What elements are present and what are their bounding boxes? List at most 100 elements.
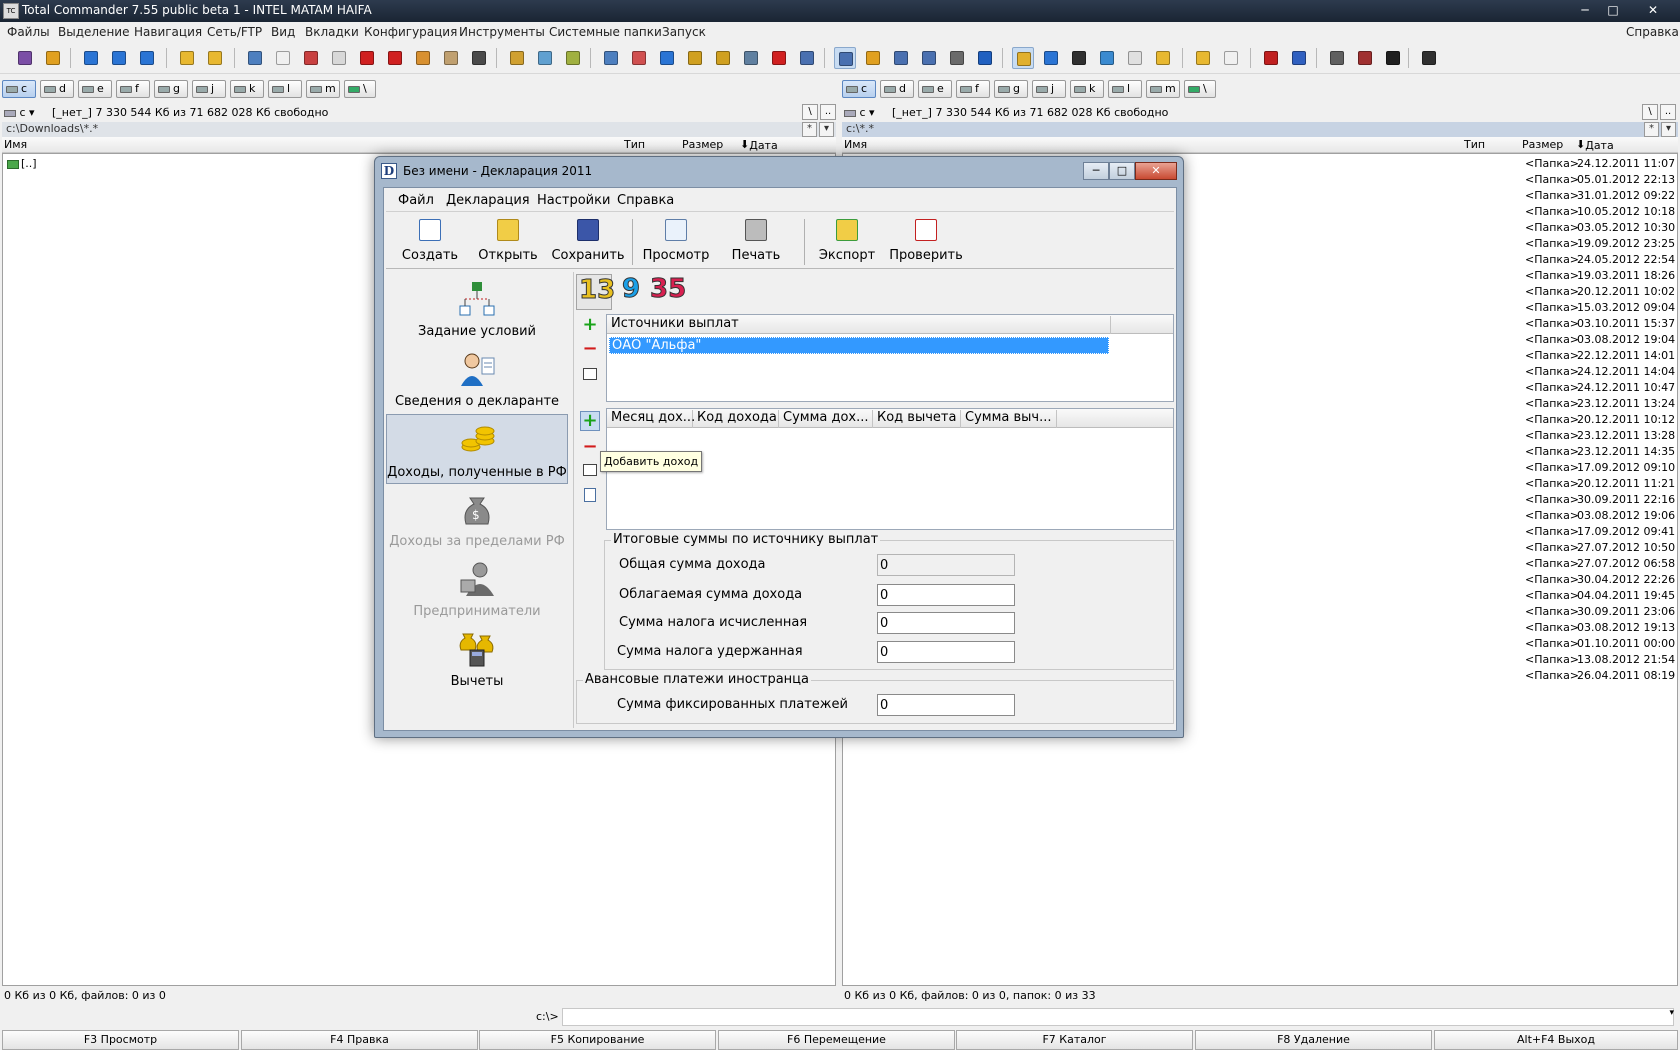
right-drive-k[interactable]: k bbox=[1070, 80, 1104, 98]
payment-sources-table[interactable]: Источники выплат ОАО "Альфа" bbox=[606, 314, 1174, 402]
columns-tool-button[interactable] bbox=[890, 47, 912, 69]
maximize-button[interactable]: □ bbox=[1600, 1, 1626, 19]
delete-tool-button[interactable] bbox=[768, 47, 790, 69]
f8-delete-button[interactable]: F8 Удаление bbox=[1195, 1030, 1432, 1050]
tree-view-tool-button[interactable] bbox=[862, 47, 884, 69]
ext-tool-button[interactable] bbox=[384, 47, 406, 69]
left-drive-d[interactable]: d bbox=[40, 80, 74, 98]
copy-income-button[interactable] bbox=[580, 488, 600, 508]
grid-tool-button[interactable] bbox=[918, 47, 940, 69]
menu-view[interactable]: Вид bbox=[271, 25, 295, 39]
left-col-size[interactable]: Размер bbox=[682, 138, 723, 151]
right-root-button[interactable]: \ bbox=[1642, 104, 1658, 120]
menu-launch[interactable]: Запуск bbox=[662, 25, 706, 39]
remove-source-button[interactable]: − bbox=[580, 340, 600, 360]
link-tool-button[interactable] bbox=[740, 47, 762, 69]
nav-income-abroad[interactable]: $ Доходы за пределами РФ bbox=[386, 484, 568, 554]
right-path-dropdown[interactable]: ▾ bbox=[1661, 122, 1676, 137]
linux-tool-button[interactable] bbox=[1382, 47, 1404, 69]
image-tool-button[interactable] bbox=[1096, 47, 1118, 69]
clipboard-tool-button[interactable] bbox=[440, 47, 462, 69]
forward-tool-button[interactable] bbox=[108, 47, 130, 69]
right-col-date[interactable]: ⬇ Дата bbox=[1576, 138, 1614, 152]
shield-tool-button[interactable] bbox=[42, 47, 64, 69]
download-tool-button[interactable] bbox=[656, 47, 678, 69]
rate-9-tab[interactable]: 9 bbox=[621, 274, 640, 305]
box-tool-button[interactable] bbox=[1152, 47, 1174, 69]
close-button[interactable]: ✕ bbox=[1640, 1, 1666, 19]
lock2-tool-button[interactable] bbox=[712, 47, 734, 69]
compare-tool-button[interactable] bbox=[796, 47, 818, 69]
tool2-tool-button[interactable] bbox=[1354, 47, 1376, 69]
right-drive-e[interactable]: e bbox=[918, 80, 952, 98]
menu-system-folders[interactable]: Системные папки bbox=[549, 25, 662, 39]
tool-tool-button[interactable] bbox=[1326, 47, 1348, 69]
list-view-tool-button[interactable] bbox=[834, 47, 856, 69]
altf4-exit-button[interactable]: Alt+F4 Выход bbox=[1434, 1030, 1678, 1050]
menu-tabs[interactable]: Вкладки bbox=[305, 25, 359, 39]
right-drive-f[interactable]: f bbox=[956, 80, 990, 98]
left-root-button[interactable]: \ bbox=[802, 104, 818, 120]
menu-help[interactable]: Справка bbox=[1626, 25, 1679, 39]
edit-source-button[interactable] bbox=[580, 366, 600, 386]
right-up-button[interactable]: .. bbox=[1660, 104, 1676, 120]
left-drive-k[interactable]: k bbox=[230, 80, 264, 98]
f7-mkdir-button[interactable]: F7 Каталог bbox=[956, 1030, 1193, 1050]
search-tool-button[interactable] bbox=[244, 47, 266, 69]
dialog-menu-help[interactable]: Справка bbox=[617, 193, 674, 208]
window-tool-button[interactable] bbox=[974, 47, 996, 69]
rate-35-tab[interactable]: 35 bbox=[649, 274, 686, 305]
right-drive-j[interactable]: j bbox=[1032, 80, 1066, 98]
remove-income-button[interactable]: − bbox=[580, 438, 600, 458]
f3-view-button[interactable]: F3 Просмотр bbox=[2, 1030, 239, 1050]
nav-entrepreneurs[interactable]: Предприниматели bbox=[386, 554, 568, 624]
refresh-tool-button[interactable] bbox=[14, 47, 36, 69]
left-col-date[interactable]: ⬇ Дата bbox=[740, 138, 778, 152]
f5-copy-button[interactable]: F5 Копирование bbox=[479, 1030, 716, 1050]
col-income-month[interactable]: Месяц дох... bbox=[607, 410, 695, 428]
fixed-payments-field[interactable]: 0 bbox=[877, 694, 1015, 716]
taxable-income-field[interactable]: 0 bbox=[877, 584, 1015, 606]
left-drive-m[interactable]: m bbox=[306, 80, 340, 98]
tree2-tool-button[interactable] bbox=[562, 47, 584, 69]
left-path-dropdown[interactable]: ▾ bbox=[819, 122, 834, 137]
add-income-button[interactable]: + bbox=[580, 411, 600, 431]
f4-edit-button[interactable]: F4 Правка bbox=[241, 1030, 478, 1050]
menu-net-ftp[interactable]: Сеть/FTP bbox=[207, 25, 262, 39]
left-drive-l[interactable]: l bbox=[268, 80, 302, 98]
command-history-dropdown[interactable]: ▾ bbox=[1669, 1008, 1674, 1018]
nav-declarant[interactable]: Сведения о декларанте bbox=[386, 344, 568, 414]
left-drive-f[interactable]: f bbox=[116, 80, 150, 98]
menu-navigation[interactable]: Навигация bbox=[134, 25, 202, 39]
ftp-tool-button[interactable] bbox=[1260, 47, 1282, 69]
right-drive-root[interactable]: \ bbox=[1184, 80, 1216, 98]
right-drive-d[interactable]: d bbox=[880, 80, 914, 98]
dialog-maximize-button[interactable]: □ bbox=[1109, 162, 1135, 180]
folder-tool-button[interactable] bbox=[176, 47, 198, 69]
tax-calculated-field[interactable]: 0 bbox=[877, 612, 1015, 634]
table-row[interactable]: ОАО "Альфа" bbox=[609, 337, 1109, 354]
nav-conditions[interactable]: Задание условий bbox=[386, 274, 568, 344]
nav-deductions[interactable]: Вычеты bbox=[386, 624, 568, 694]
f6-move-button[interactable]: F6 Перемещение bbox=[718, 1030, 955, 1050]
folder-tree-tool-button[interactable] bbox=[204, 47, 226, 69]
pack-tool-button[interactable] bbox=[412, 47, 434, 69]
nav-income-rf[interactable]: Доходы, полученные в РФ bbox=[386, 414, 568, 484]
dialog-title-bar[interactable]: D Без имени - Декларация 2011 ─ □ ✕ bbox=[381, 161, 1177, 185]
right-history-button[interactable]: * bbox=[1644, 122, 1659, 137]
left-drive-dropdown[interactable]: c ▾ bbox=[4, 106, 35, 119]
blank-tool-button[interactable] bbox=[328, 47, 350, 69]
left-drive-g[interactable]: g bbox=[154, 80, 188, 98]
col-deduction-code[interactable]: Код вычета bbox=[873, 410, 961, 428]
right-drive-c[interactable]: c bbox=[842, 80, 876, 98]
print-button[interactable]: Печать bbox=[718, 215, 794, 267]
col-deduction-sum[interactable]: Сумма выч... bbox=[961, 410, 1057, 428]
edit-tool-button[interactable] bbox=[468, 47, 490, 69]
group-tool-button[interactable] bbox=[506, 47, 528, 69]
copy2-tool-button[interactable] bbox=[628, 47, 650, 69]
left-col-type[interactable]: Тип bbox=[624, 138, 645, 151]
file-tool-button[interactable] bbox=[272, 47, 294, 69]
tax-withheld-field[interactable]: 0 bbox=[877, 641, 1015, 663]
film-tool-button[interactable] bbox=[1068, 47, 1090, 69]
open-button[interactable]: Открыть bbox=[470, 215, 546, 267]
